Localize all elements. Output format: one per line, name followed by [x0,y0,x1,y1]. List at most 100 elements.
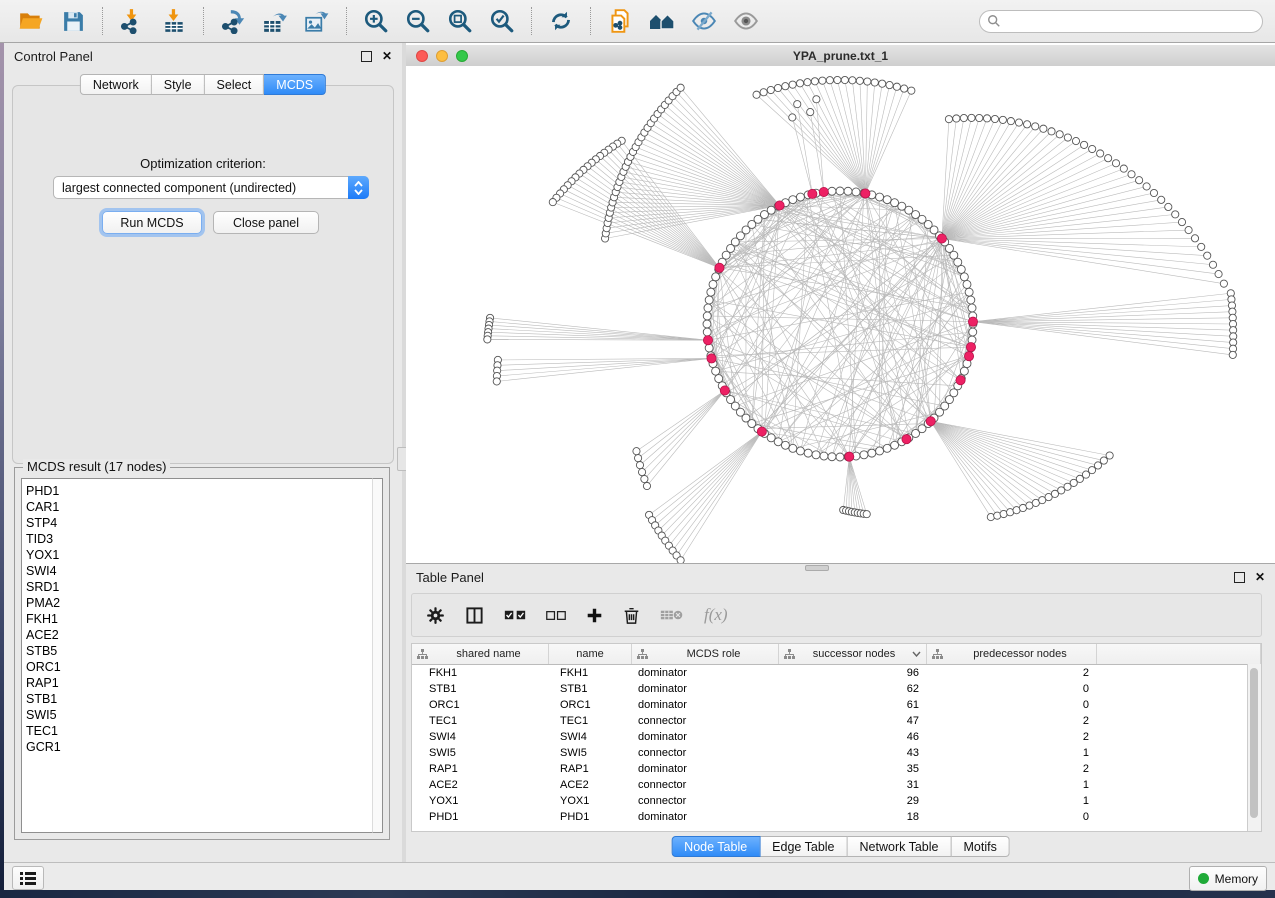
select-all-rows-icon[interactable] [504,608,526,622]
attribute-icon [416,649,429,660]
open-folder-icon[interactable] [16,6,46,36]
status-menu-button[interactable] [12,866,44,890]
column-header-name[interactable]: name [549,644,632,664]
export-table-icon[interactable] [260,6,290,36]
tab-select[interactable]: Select [205,74,265,95]
table-row[interactable]: SWI5SWI5connector431 [412,745,1261,761]
table-cell: connector [632,747,779,759]
table-cell: PHD1 [412,811,549,823]
mcds-list-scrollbar[interactable] [372,478,383,833]
tab-network[interactable]: Network [80,74,152,95]
scrollbar-thumb[interactable] [1250,668,1258,818]
mcds-result-item[interactable]: TID3 [26,531,382,547]
table-cell: 43 [779,747,927,759]
table-scrollbar[interactable] [1247,664,1261,831]
mcds-result-item[interactable]: STP4 [26,515,382,531]
memory-button[interactable]: Memory [1189,866,1267,891]
close-icon[interactable]: ✕ [382,50,392,62]
table-row[interactable]: RAP1RAP1dominator352 [412,761,1261,777]
save-icon[interactable] [58,6,88,36]
column-header-filler [1097,644,1261,664]
mcds-result-item[interactable]: STB5 [26,643,382,659]
export-network-icon[interactable] [218,6,248,36]
float-window-icon[interactable] [361,51,372,62]
clone-network-icon[interactable] [605,6,635,36]
splitter-handle-icon[interactable] [805,565,829,571]
control-panel-title: Control Panel [14,49,93,64]
mcds-result-item[interactable]: ACE2 [26,627,382,643]
refresh-icon[interactable] [546,6,576,36]
show-column-panel-icon[interactable] [465,606,484,625]
zoom-selected-icon[interactable] [487,6,517,36]
tab-edge-table[interactable]: Edge Table [760,836,847,857]
network-graph[interactable] [406,66,1275,563]
mcds-result-item[interactable]: GCR1 [26,739,382,755]
search-field[interactable] [979,10,1263,33]
home-networks-icon[interactable] [647,6,677,36]
search-input[interactable] [1001,11,1262,31]
float-window-icon[interactable] [1234,572,1245,583]
run-mcds-button[interactable]: Run MCDS [102,211,202,234]
function-builder-icon-disabled: f(x) [704,605,728,625]
mcds-result-item[interactable]: ORC1 [26,659,382,675]
close-panel-button[interactable]: Close panel [213,211,319,234]
optimization-criterion-select[interactable]: largest connected component (undirected) [53,176,369,199]
table-row[interactable]: PHD1PHD1dominator180 [412,809,1261,825]
table-cell: TEC1 [412,715,549,727]
table-row[interactable]: STB1STB1dominator620 [412,681,1261,697]
column-header-mcds-role[interactable]: MCDS role [632,644,779,664]
delete-column-icon[interactable] [623,606,640,625]
task-list-icon [20,872,36,885]
mcds-result-item[interactable]: STB1 [26,691,382,707]
node-table-body: FKH1FKH1dominator962STB1STB1dominator620… [412,665,1261,825]
column-header-successor-nodes[interactable]: successor nodes [779,644,927,664]
show-graphics-details-icon[interactable] [731,6,761,36]
table-row[interactable]: FKH1FKH1dominator962 [412,665,1261,681]
mcds-result-item[interactable]: SWI4 [26,563,382,579]
zoom-fit-icon[interactable] [445,6,475,36]
close-icon[interactable]: ✕ [1255,571,1265,583]
table-cell: connector [632,715,779,727]
network-view-window: YPA_prune.txt_1 [406,43,1275,563]
table-settings-gear-icon[interactable] [426,606,445,625]
hide-graphics-details-icon[interactable] [689,6,719,36]
mcds-result-item[interactable]: PMA2 [26,595,382,611]
mcds-result-item[interactable]: FKH1 [26,611,382,627]
table-cell: PHD1 [549,811,632,823]
table-cell: TEC1 [549,715,632,727]
tab-motifs[interactable]: Motifs [951,836,1009,857]
table-panel-tabs: Node Table Edge Table Network Table Moti… [671,836,1010,857]
mcds-result-item[interactable]: PHD1 [26,483,382,499]
tab-node-table[interactable]: Node Table [671,836,760,857]
column-header-shared-name[interactable]: shared name [412,644,549,664]
table-cell: 61 [779,699,927,711]
table-row[interactable]: ORC1ORC1dominator610 [412,697,1261,713]
table-row[interactable]: YOX1YOX1connector291 [412,793,1261,809]
table-cell: dominator [632,699,779,711]
table-cell: dominator [632,683,779,695]
mcds-result-item[interactable]: RAP1 [26,675,382,691]
mcds-result-item[interactable]: CAR1 [26,499,382,515]
network-window-titlebar[interactable]: YPA_prune.txt_1 [406,45,1275,68]
tab-mcds[interactable]: MCDS [264,74,326,95]
deselect-all-rows-icon[interactable] [546,609,566,622]
zoom-in-icon[interactable] [361,6,391,36]
export-image-icon[interactable] [302,6,332,36]
attribute-icon [783,649,796,660]
import-table-icon[interactable] [159,6,189,36]
status-bar: Memory [4,862,1275,890]
mcds-result-item[interactable]: YOX1 [26,547,382,563]
mcds-result-item[interactable]: SWI5 [26,707,382,723]
create-column-icon[interactable] [586,607,603,624]
mcds-result-item[interactable]: TEC1 [26,723,382,739]
table-row[interactable]: TEC1TEC1connector472 [412,713,1261,729]
tab-network-table[interactable]: Network Table [848,836,952,857]
zoom-out-icon[interactable] [403,6,433,36]
table-row[interactable]: SWI4SWI4dominator462 [412,729,1261,745]
table-row[interactable]: ACE2ACE2connector311 [412,777,1261,793]
column-header-predecessor-nodes[interactable]: predecessor nodes [927,644,1097,664]
mcds-result-list[interactable]: PHD1CAR1STP4TID3YOX1SWI4SRD1PMA2FKH1ACE2… [21,478,383,833]
mcds-result-item[interactable]: SRD1 [26,579,382,595]
import-network-icon[interactable] [117,6,147,36]
tab-style[interactable]: Style [152,74,205,95]
